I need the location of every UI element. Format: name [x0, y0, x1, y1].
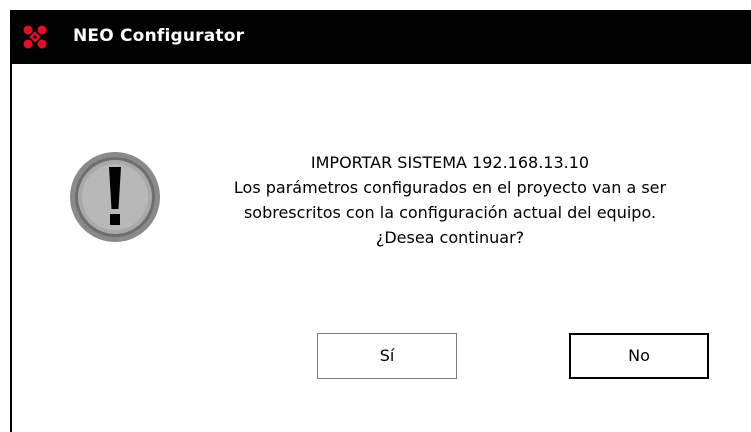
no-button[interactable]: No — [569, 333, 709, 379]
message-line: sobrescritos con la configuración actual… — [243, 203, 657, 222]
exclamation-warning-icon — [70, 152, 160, 242]
yes-button[interactable]: Sí — [317, 333, 457, 379]
title-bar[interactable]: NEO Configurator — [12, 10, 751, 64]
dialog-message: IMPORTAR SISTEMA 192.168.13.10 Los parám… — [175, 150, 725, 250]
window-title: NEO Configurator — [73, 26, 245, 46]
app-logo-icon — [23, 25, 47, 49]
message-line: Los parámetros configurados en el proyec… — [233, 178, 667, 197]
message-line-title: IMPORTAR SISTEMA 192.168.13.10 — [310, 153, 590, 172]
message-line-question: ¿Desea continuar? — [375, 228, 525, 247]
dialog-window: NEO Configurator IMPORTAR SISTEMA 192.16… — [10, 10, 751, 432]
